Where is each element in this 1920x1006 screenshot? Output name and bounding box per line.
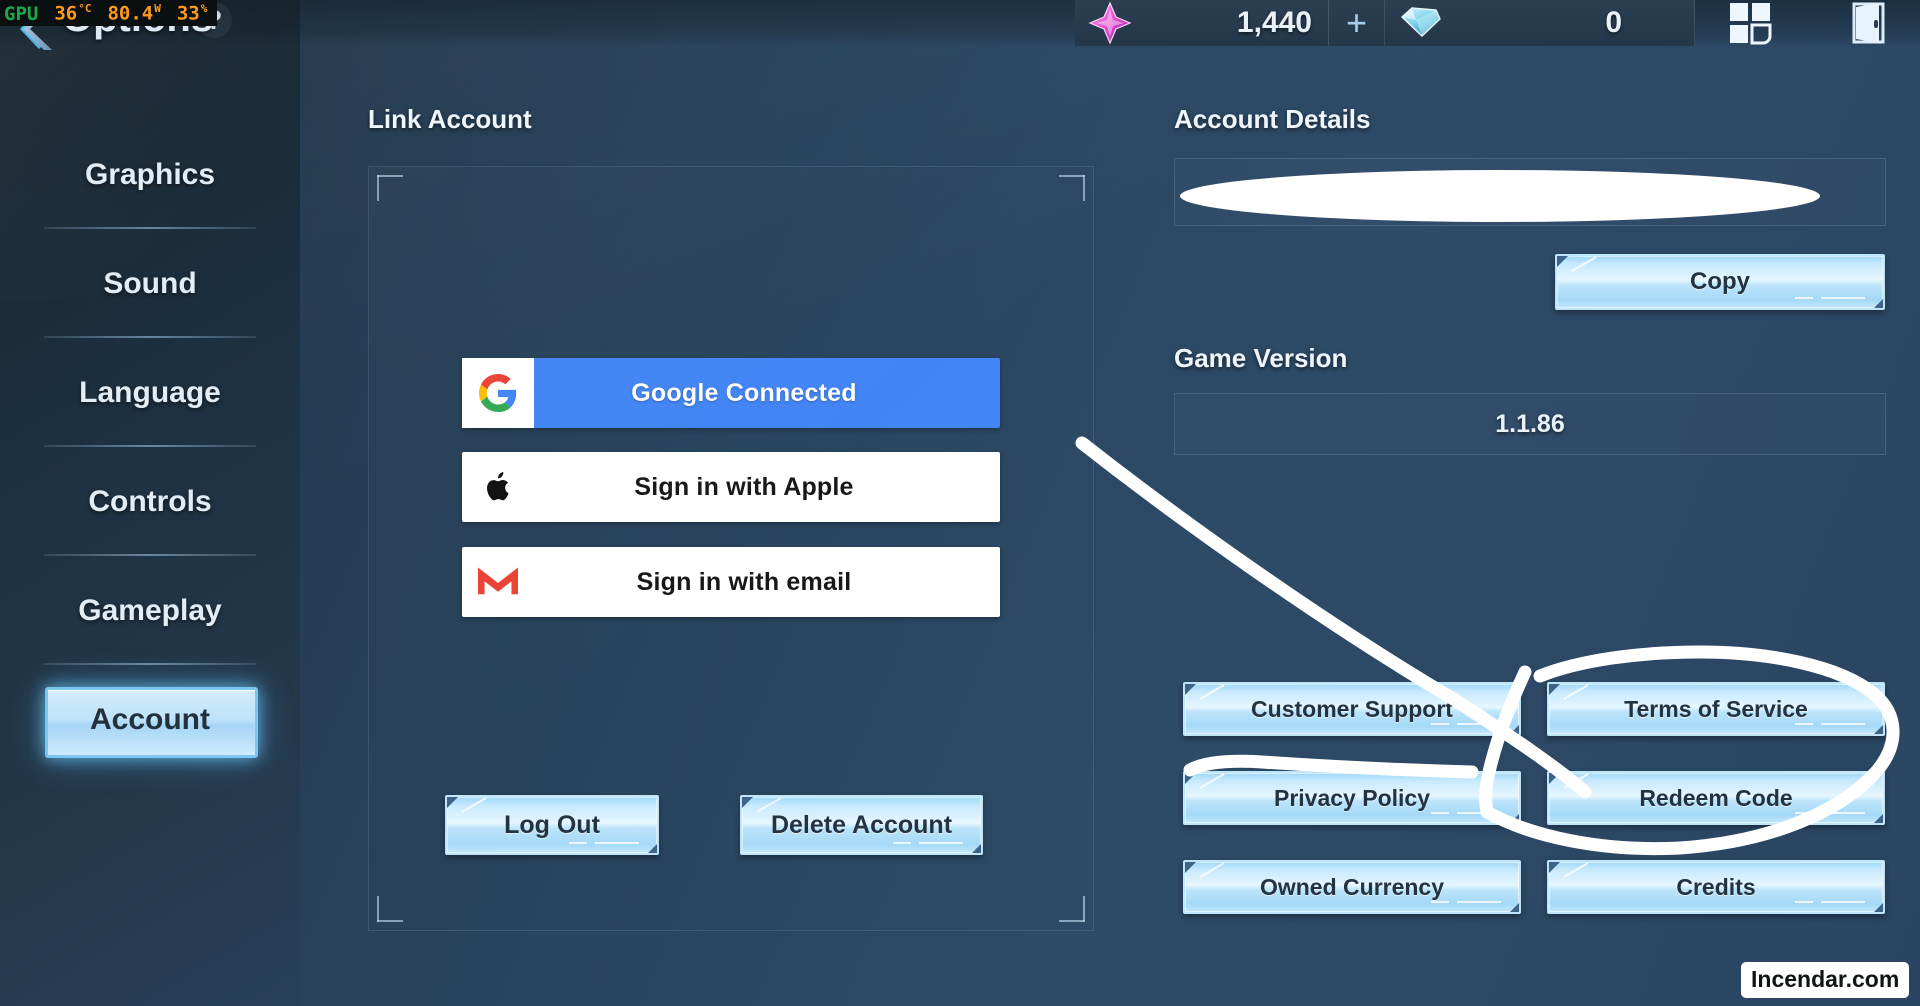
terms-of-service-label: Terms of Service [1624,695,1808,722]
customer-support-label: Customer Support [1251,695,1453,722]
game-version-field: 1.1.86 [1174,393,1886,455]
owned-currency-button[interactable]: Owned Currency [1183,860,1521,914]
account-id-redaction [1180,170,1820,222]
link-account-panel [368,166,1094,931]
sidebar-item-gameplay[interactable]: Gameplay [0,556,300,665]
settings-nav: Graphics Sound Language Controls Gamepla… [0,120,300,774]
shard-amount: 1,440 [1236,6,1312,39]
panel-corner [377,175,403,201]
game-version-value: 1.1.86 [1495,409,1565,438]
gpu-tag: GPU [4,2,39,25]
gpu-power: 80.4W [107,2,161,25]
sidebar-item-label: Graphics [84,157,216,191]
gpu-stats-overlay: GPU 36°C 80.4W 33% [0,0,218,26]
options-screen: Options ? GPU 36°C 80.4W 33% 1,440 + [0,0,1920,1006]
sidebar-item-account[interactable]: Account [0,665,300,774]
gem-amount: 0 [1605,6,1622,39]
gpu-temp: 36°C [54,2,92,25]
currency-shards[interactable]: 1,440 + [1075,0,1385,46]
sidebar-item-label: Gameplay [78,593,222,627]
copy-account-id-button[interactable]: Copy [1555,254,1885,310]
currency-gems[interactable]: 0 [1385,0,1695,46]
shard-icon [1075,1,1145,45]
panel-corner [1059,175,1085,201]
sidebar-item-label: Language [79,375,221,409]
grid-menu-icon[interactable] [1700,0,1800,46]
owned-currency-label: Owned Currency [1259,873,1445,900]
sidebar-item-label: Controls [88,484,212,518]
customer-support-button[interactable]: Customer Support [1183,682,1521,736]
exit-door-icon[interactable] [1818,0,1918,46]
privacy-policy-button[interactable]: Privacy Policy [1183,771,1521,825]
game-version-title: Game Version [1174,343,1348,373]
panel-corner [377,896,403,922]
redeem-code-button[interactable]: Redeem Code [1547,771,1885,825]
credits-button[interactable]: Credits [1547,860,1885,914]
sidebar-item-label: Sound [103,266,197,300]
link-account-title: Link Account [368,104,532,134]
sidebar-item-sound[interactable]: Sound [0,229,300,338]
terms-of-service-button[interactable]: Terms of Service [1547,682,1885,736]
account-details-title: Account Details [1174,104,1371,134]
redeem-code-label: Redeem Code [1639,784,1793,811]
watermark: Incendar.com [1741,962,1910,998]
sidebar-item-language[interactable]: Language [0,338,300,447]
credits-label: Credits [1676,873,1756,900]
sidebar-item-graphics[interactable]: Graphics [0,120,300,229]
sidebar-item-label: Account [90,702,210,736]
sidebar-item-controls[interactable]: Controls [0,447,300,556]
privacy-policy-label: Privacy Policy [1274,784,1430,811]
panel-corner [1059,896,1085,922]
gem-icon [1385,3,1455,43]
copy-label: Copy [1690,268,1750,295]
gpu-usage: 33% [176,2,208,25]
add-shards-button[interactable]: + [1328,0,1384,46]
